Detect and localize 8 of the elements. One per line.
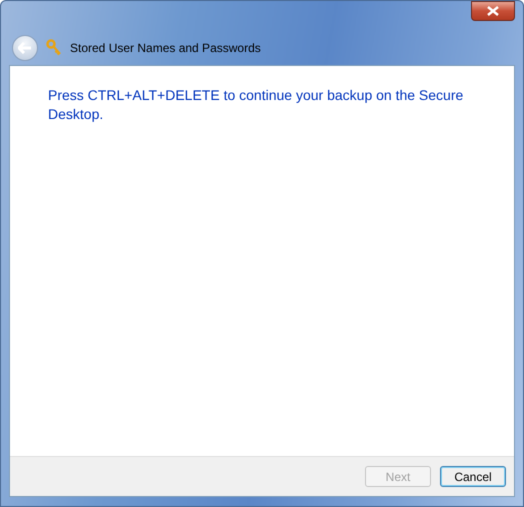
back-arrow-icon bbox=[18, 42, 32, 54]
instruction-text: Press CTRL+ALT+DELETE to continue your backup on the Secure Desktop. bbox=[48, 86, 464, 124]
close-icon bbox=[487, 6, 499, 16]
close-button[interactable] bbox=[471, 1, 515, 21]
key-icon bbox=[46, 39, 62, 57]
dialog-button[interactable]: Cancel bbox=[440, 466, 506, 487]
back-button[interactable] bbox=[12, 35, 38, 61]
window-title: Stored User Names and Passwords bbox=[70, 40, 261, 57]
